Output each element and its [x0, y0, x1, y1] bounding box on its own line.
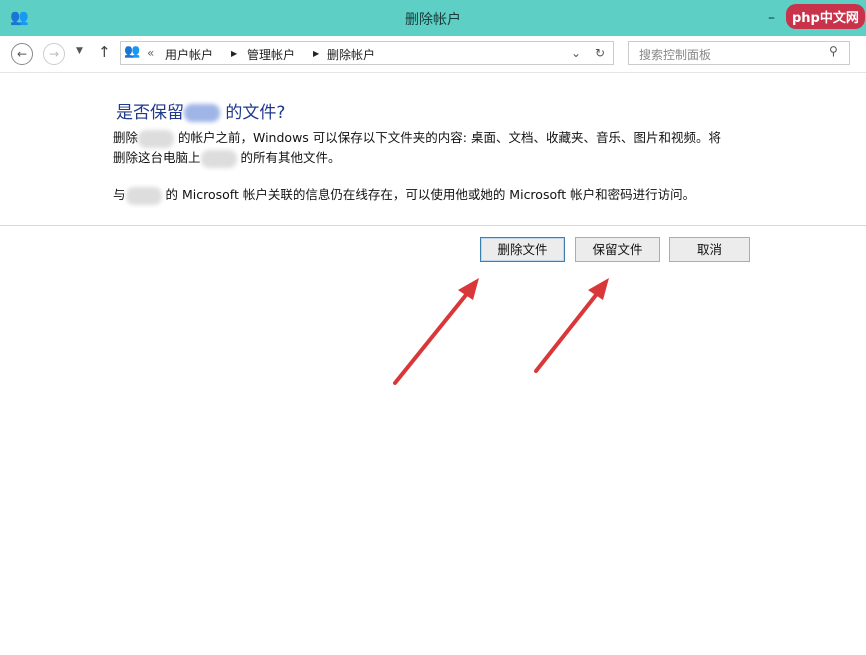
annotation-arrows — [0, 0, 866, 655]
red-arrow-icon — [395, 278, 479, 383]
red-arrow-icon — [536, 278, 609, 371]
